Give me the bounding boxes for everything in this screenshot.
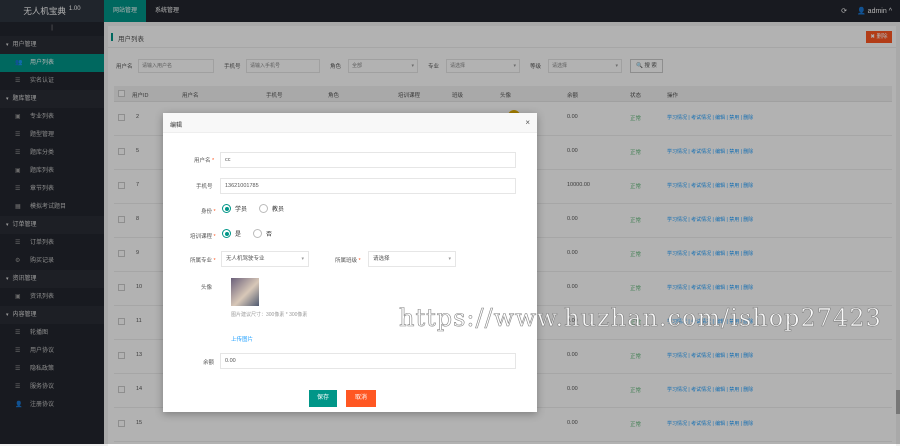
radio-unchecked-icon [259, 204, 268, 213]
role-radio-teacher[interactable]: 教员 [259, 204, 284, 213]
balance-field[interactable]: 0.00 [220, 353, 516, 369]
class-label: 所属班级 * [335, 258, 361, 264]
avatar-preview-image [231, 278, 259, 306]
balance-label: 余额 [203, 360, 215, 366]
phone-label: 手机号 [196, 184, 213, 190]
modal-header: 编辑 × [163, 113, 537, 133]
radio-unchecked-icon [253, 229, 262, 238]
edit-modal: 编辑 × 用户名 * cc 手机号 13621001785 身份 * 学员 教员… [163, 113, 537, 412]
page-scrollbar[interactable] [896, 390, 900, 414]
radio-checked-icon [222, 229, 231, 238]
radio-checked-icon [222, 204, 231, 213]
class-select[interactable]: 请选择 ▾ [368, 251, 456, 267]
role-radio-student[interactable]: 学员 [222, 204, 247, 213]
avatar-label: 头像 [201, 285, 213, 291]
train-radio-no[interactable]: 否 [253, 229, 272, 238]
role-label: 身份 * [201, 209, 216, 215]
username-field[interactable]: cc [220, 152, 516, 168]
close-icon[interactable]: × [525, 118, 530, 127]
cancel-button[interactable]: 取消 [346, 390, 376, 407]
save-button[interactable]: 保存 [309, 390, 337, 407]
modal-title: 编辑 [170, 123, 183, 129]
train-radio-yes[interactable]: 是 [222, 229, 241, 238]
watermark-text: https://www.huzhan.com/ishop27423 [399, 304, 882, 333]
username-label: 用户名 * [194, 158, 215, 164]
major-label: 所属专业 * [190, 258, 216, 264]
upload-image-link[interactable]: 上传图片 [231, 335, 253, 343]
chevron-down-icon: ▾ [301, 256, 304, 262]
major-select[interactable]: 无人机驾驶专业 ▾ [221, 251, 309, 267]
phone-field[interactable]: 13621001785 [220, 178, 516, 194]
avatar-size-hint: 图片建议尺寸：300像素 * 300像素 [231, 312, 308, 318]
train-label: 培训课程 * [190, 234, 216, 240]
chevron-down-icon: ▾ [448, 256, 451, 262]
